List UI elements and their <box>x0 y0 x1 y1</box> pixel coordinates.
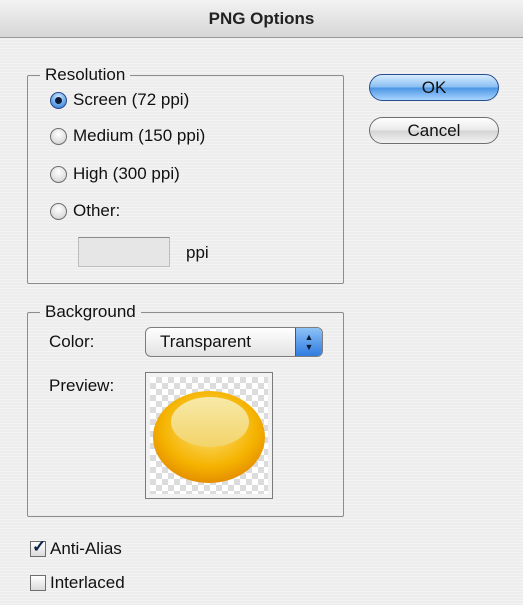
resolution-legend: Resolution <box>45 65 126 84</box>
checkmark-icon: ✓ <box>32 537 47 556</box>
radio-screen[interactable]: Screen (72 ppi) <box>50 88 189 112</box>
anti-alias-checkbox[interactable]: ✓ Anti-Alias <box>30 537 122 561</box>
ok-button[interactable]: OK <box>369 74 499 101</box>
radio-screen-label: Screen (72 ppi) <box>73 90 190 109</box>
interlaced-label: Interlaced <box>50 573 125 592</box>
dialog-title: PNG Options <box>0 0 523 38</box>
radio-other-label: Other: <box>73 201 121 220</box>
color-select-value: Transparent <box>160 332 252 351</box>
cancel-button[interactable]: Cancel <box>369 117 499 144</box>
radio-medium-label: Medium (150 ppi) <box>73 126 206 145</box>
interlaced-checkbox[interactable]: Interlaced <box>30 571 125 595</box>
radio-dot-icon <box>55 96 62 104</box>
preview-ellipse-graphic <box>153 391 265 483</box>
radio-medium[interactable]: Medium (150 ppi) <box>50 124 205 148</box>
ppi-unit-label: ppi <box>186 243 209 262</box>
checkbox-box[interactable] <box>30 575 46 591</box>
checkbox-box[interactable]: ✓ <box>30 537 46 557</box>
other-ppi-input[interactable] <box>78 237 170 267</box>
preview-frame <box>145 372 273 499</box>
color-select[interactable]: Transparent ▲ ▼ <box>145 327 323 357</box>
radio-button-selected-icon[interactable] <box>50 91 67 109</box>
preview-label: Preview: <box>49 376 115 395</box>
anti-alias-label: Anti-Alias <box>50 539 122 558</box>
color-label: Color: <box>49 332 95 351</box>
background-legend: Background <box>45 302 136 321</box>
radio-other[interactable]: Other: <box>50 199 120 223</box>
transparency-checkerboard <box>150 377 268 494</box>
radio-high-label: High (300 ppi) <box>73 164 180 183</box>
preview-ellipse-highlight <box>171 397 249 447</box>
radio-button-icon[interactable] <box>50 165 67 183</box>
radio-high[interactable]: High (300 ppi) <box>50 162 180 186</box>
stepper-arrows-icon[interactable]: ▲ ▼ <box>295 328 322 356</box>
radio-button-icon[interactable] <box>50 202 67 220</box>
radio-button-icon[interactable] <box>50 127 67 145</box>
